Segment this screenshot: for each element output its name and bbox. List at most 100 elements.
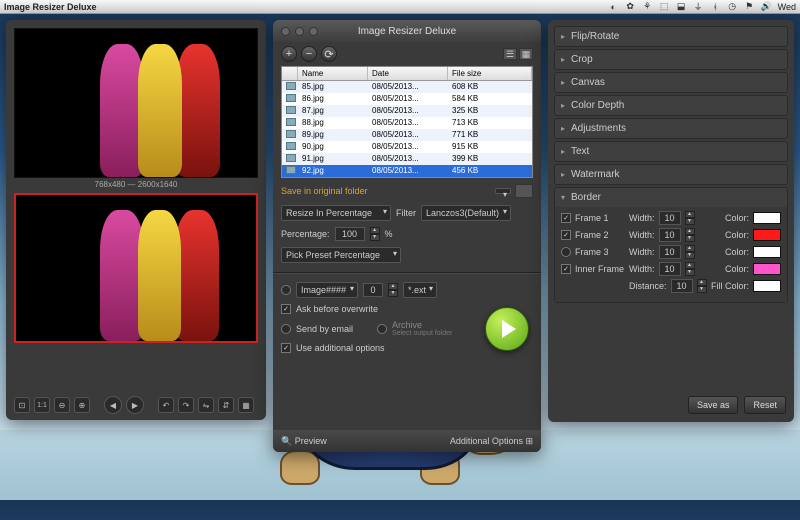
additional-options-button[interactable]: Additional Options ⊞: [450, 436, 533, 447]
naming-pattern-radio[interactable]: [281, 285, 291, 295]
menubar-icon[interactable]: ⬚: [659, 1, 670, 12]
table-row[interactable]: 91.jpg08/05/2013...399 KB: [282, 153, 532, 165]
image-file-icon: [286, 142, 296, 150]
naming-pattern-select[interactable]: Image####: [296, 282, 358, 298]
frame3-width-stepper[interactable]: ▲▼: [685, 245, 695, 259]
zoom-out-button[interactable]: ⊖: [54, 397, 70, 413]
inner-width-input[interactable]: [659, 262, 681, 276]
frame2-color-swatch[interactable]: [753, 229, 781, 241]
section-color-depth[interactable]: ▸Color Depth: [555, 96, 787, 115]
col-header-date[interactable]: Date: [368, 67, 448, 80]
flip-vertical-button[interactable]: ⇵: [218, 397, 234, 413]
menubar-icon[interactable]: ⚘: [642, 1, 653, 12]
add-files-button[interactable]: +: [281, 46, 297, 62]
frame2-width-input[interactable]: [659, 228, 681, 242]
flip-horizontal-button[interactable]: ⇋: [198, 397, 214, 413]
wifi-icon[interactable]: ⏚: [693, 1, 704, 12]
ask-overwrite-checkbox[interactable]: ✓: [281, 304, 291, 314]
table-row[interactable]: 89.jpg08/05/2013...771 KB: [282, 129, 532, 141]
menubar-day[interactable]: Wed: [778, 2, 796, 12]
naming-start-stepper[interactable]: ▲▼: [388, 283, 398, 297]
table-row[interactable]: 92.jpg08/05/2013...456 KB: [282, 165, 532, 177]
prev-image-button[interactable]: ◀: [104, 396, 122, 414]
fit-to-window-button[interactable]: ⊡: [14, 397, 30, 413]
volume-icon[interactable]: 🔊: [761, 1, 772, 12]
grid-button[interactable]: ▦: [238, 397, 254, 413]
image-file-icon: [286, 106, 296, 114]
save-location-dropdown[interactable]: [495, 188, 511, 194]
section-flip-rotate[interactable]: ▸Flip/Rotate: [555, 27, 787, 46]
filter-label: Filter: [396, 208, 416, 218]
table-row[interactable]: 85.jpg08/05/2013...608 KB: [282, 81, 532, 93]
next-image-button[interactable]: ▶: [126, 396, 144, 414]
save-as-button[interactable]: Save as: [688, 396, 739, 414]
distance-input[interactable]: [671, 279, 693, 293]
col-header-size[interactable]: File size: [448, 67, 532, 80]
section-canvas[interactable]: ▸Canvas: [555, 73, 787, 92]
rotate-right-button[interactable]: ↷: [178, 397, 194, 413]
frame2-width-stepper[interactable]: ▲▼: [685, 228, 695, 242]
inner-width-stepper[interactable]: ▲▼: [685, 262, 695, 276]
options-panel: ▸Flip/Rotate ▸Crop ▸Canvas ▸Color Depth …: [548, 20, 794, 422]
bluetooth-icon[interactable]: ᚼ: [710, 1, 721, 12]
app-menu-name[interactable]: Image Resizer Deluxe: [4, 2, 97, 12]
save-location-label: Save in original folder: [281, 186, 491, 196]
menubar-icon[interactable]: ◐: [608, 1, 619, 12]
archive-radio[interactable]: [377, 324, 387, 334]
inner-frame-checkbox[interactable]: ✓: [561, 264, 571, 274]
browse-folder-button[interactable]: [515, 184, 533, 198]
fill-color-swatch[interactable]: [753, 280, 781, 292]
list-view-toggle[interactable]: ☰: [503, 48, 517, 60]
send-email-radio[interactable]: [281, 324, 291, 334]
frame1-color-swatch[interactable]: [753, 212, 781, 224]
resize-mode-select[interactable]: Resize In Percentage: [281, 205, 391, 221]
window-titlebar[interactable]: Image Resizer Deluxe: [273, 20, 541, 42]
send-email-label: Send by email: [296, 324, 353, 334]
clock-icon[interactable]: ◷: [727, 1, 738, 12]
naming-start-input[interactable]: [363, 283, 383, 297]
zoom-in-button[interactable]: ⊕: [74, 397, 90, 413]
filter-select[interactable]: Lanczos3(Default): [421, 205, 511, 221]
percent-sign: %: [385, 229, 393, 239]
grid-view-toggle[interactable]: ▦: [519, 48, 533, 60]
start-button[interactable]: [485, 307, 529, 351]
frame3-radio[interactable]: [561, 247, 571, 257]
use-additional-checkbox[interactable]: ✓: [281, 343, 291, 353]
traffic-lights[interactable]: [281, 27, 318, 36]
section-adjustments[interactable]: ▸Adjustments: [555, 119, 787, 138]
menubar-icon[interactable]: ✿: [625, 1, 636, 12]
table-row[interactable]: 88.jpg08/05/2013...713 KB: [282, 117, 532, 129]
table-row[interactable]: 90.jpg08/05/2013...915 KB: [282, 141, 532, 153]
image-file-icon: [286, 130, 296, 138]
flag-icon[interactable]: ⚑: [744, 1, 755, 12]
naming-ext-select[interactable]: *.ext: [403, 282, 437, 298]
remove-files-button[interactable]: −: [301, 46, 317, 62]
section-border[interactable]: ▾Border: [555, 188, 787, 207]
table-row[interactable]: 86.jpg08/05/2013...584 KB: [282, 93, 532, 105]
percentage-stepper[interactable]: ▲▼: [370, 227, 380, 241]
frame1-width-input[interactable]: [659, 211, 681, 225]
file-list-table[interactable]: Name Date File size 85.jpg08/05/2013...6…: [281, 66, 533, 178]
archive-label: Archive: [392, 320, 452, 330]
inner-color-swatch[interactable]: [753, 263, 781, 275]
section-watermark[interactable]: ▸Watermark: [555, 165, 787, 184]
image-file-icon: [286, 154, 296, 162]
frame1-width-stepper[interactable]: ▲▼: [685, 211, 695, 225]
section-text[interactable]: ▸Text: [555, 142, 787, 161]
preset-percentage-select[interactable]: Pick Preset Percentage: [281, 247, 401, 263]
rotate-left-button[interactable]: ↶: [158, 397, 174, 413]
distance-stepper[interactable]: ▲▼: [697, 279, 707, 293]
col-header-name[interactable]: Name: [298, 67, 368, 80]
preview-button[interactable]: 🔍 Preview: [281, 436, 327, 447]
table-row[interactable]: 87.jpg08/05/2013...325 KB: [282, 105, 532, 117]
frame3-width-input[interactable]: [659, 245, 681, 259]
frame2-checkbox[interactable]: ✓: [561, 230, 571, 240]
section-crop[interactable]: ▸Crop: [555, 50, 787, 69]
actual-size-button[interactable]: 1:1: [34, 397, 50, 413]
frame3-color-swatch[interactable]: [753, 246, 781, 258]
reset-button[interactable]: Reset: [744, 396, 786, 414]
refresh-button[interactable]: ⟳: [321, 46, 337, 62]
dropbox-icon[interactable]: ⬓: [676, 1, 687, 12]
percentage-input[interactable]: [335, 227, 365, 241]
frame1-checkbox[interactable]: ✓: [561, 213, 571, 223]
